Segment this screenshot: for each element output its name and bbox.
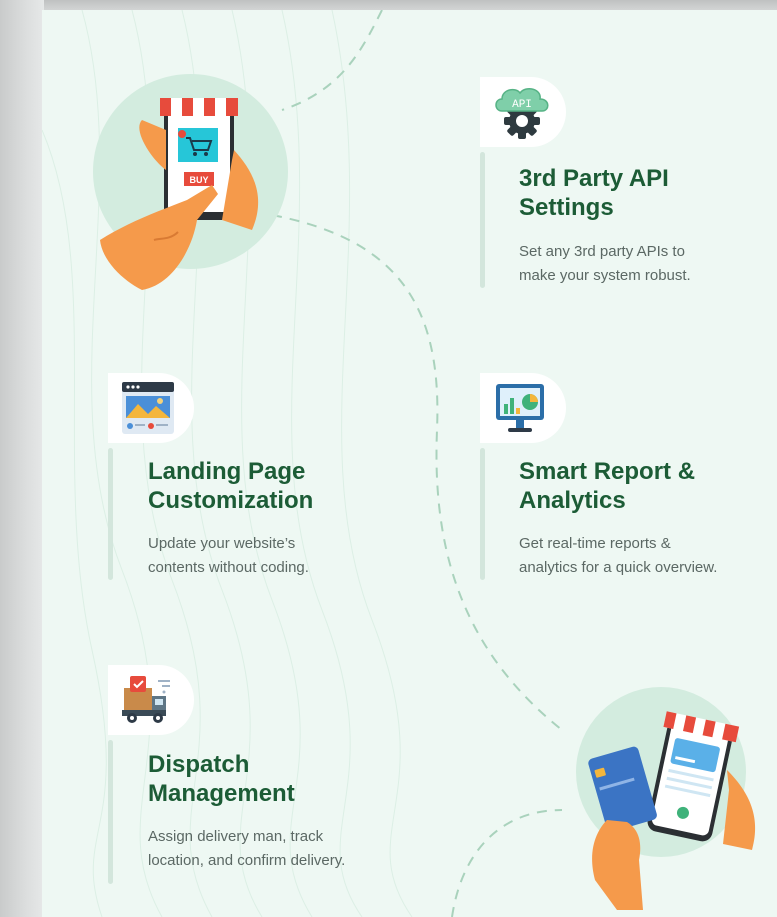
landing-page-icon-box — [108, 373, 194, 443]
feature-desc-analytics: Get real-time reports & analytics for a q… — [519, 535, 718, 576]
card-payment-illustration — [588, 711, 756, 910]
feature-title-landing: Landing Page Customization — [148, 458, 314, 514]
delivery-truck-icon — [122, 676, 170, 723]
landing-page-bar — [108, 448, 113, 580]
buy-label: BUY — [189, 175, 208, 185]
analytics-bar — [480, 448, 485, 580]
monitor-chart-icon — [496, 384, 544, 432]
dispatch-bar — [108, 740, 113, 884]
feature-desc-landing: Update your website’s contents without co… — [148, 535, 309, 576]
api-label: API — [512, 99, 532, 111]
feature-desc-api: Set any 3rd party APIs to make your syste… — [519, 243, 691, 284]
feature-title-analytics: Smart Report & Analytics — [519, 458, 696, 514]
phone-shop-illustration: BUY — [100, 98, 259, 290]
background-left-edge — [0, 0, 44, 917]
feature-title-dispatch: Dispatch Management — [148, 751, 295, 807]
features-panel: BUY API 3rd Party API Settings Set any 3r… — [42, 10, 777, 917]
api-settings-icon-box: API — [480, 77, 566, 147]
api-cloud-gear-icon: API — [495, 88, 549, 139]
analytics-icon-box — [480, 373, 566, 443]
dispatch-icon-box — [108, 665, 194, 735]
feature-desc-dispatch: Assign delivery man, track location, and … — [148, 828, 346, 869]
feature-title-api: 3rd Party API Settings — [519, 165, 669, 221]
api-settings-bar — [480, 152, 485, 288]
webpage-image-icon — [122, 382, 174, 434]
